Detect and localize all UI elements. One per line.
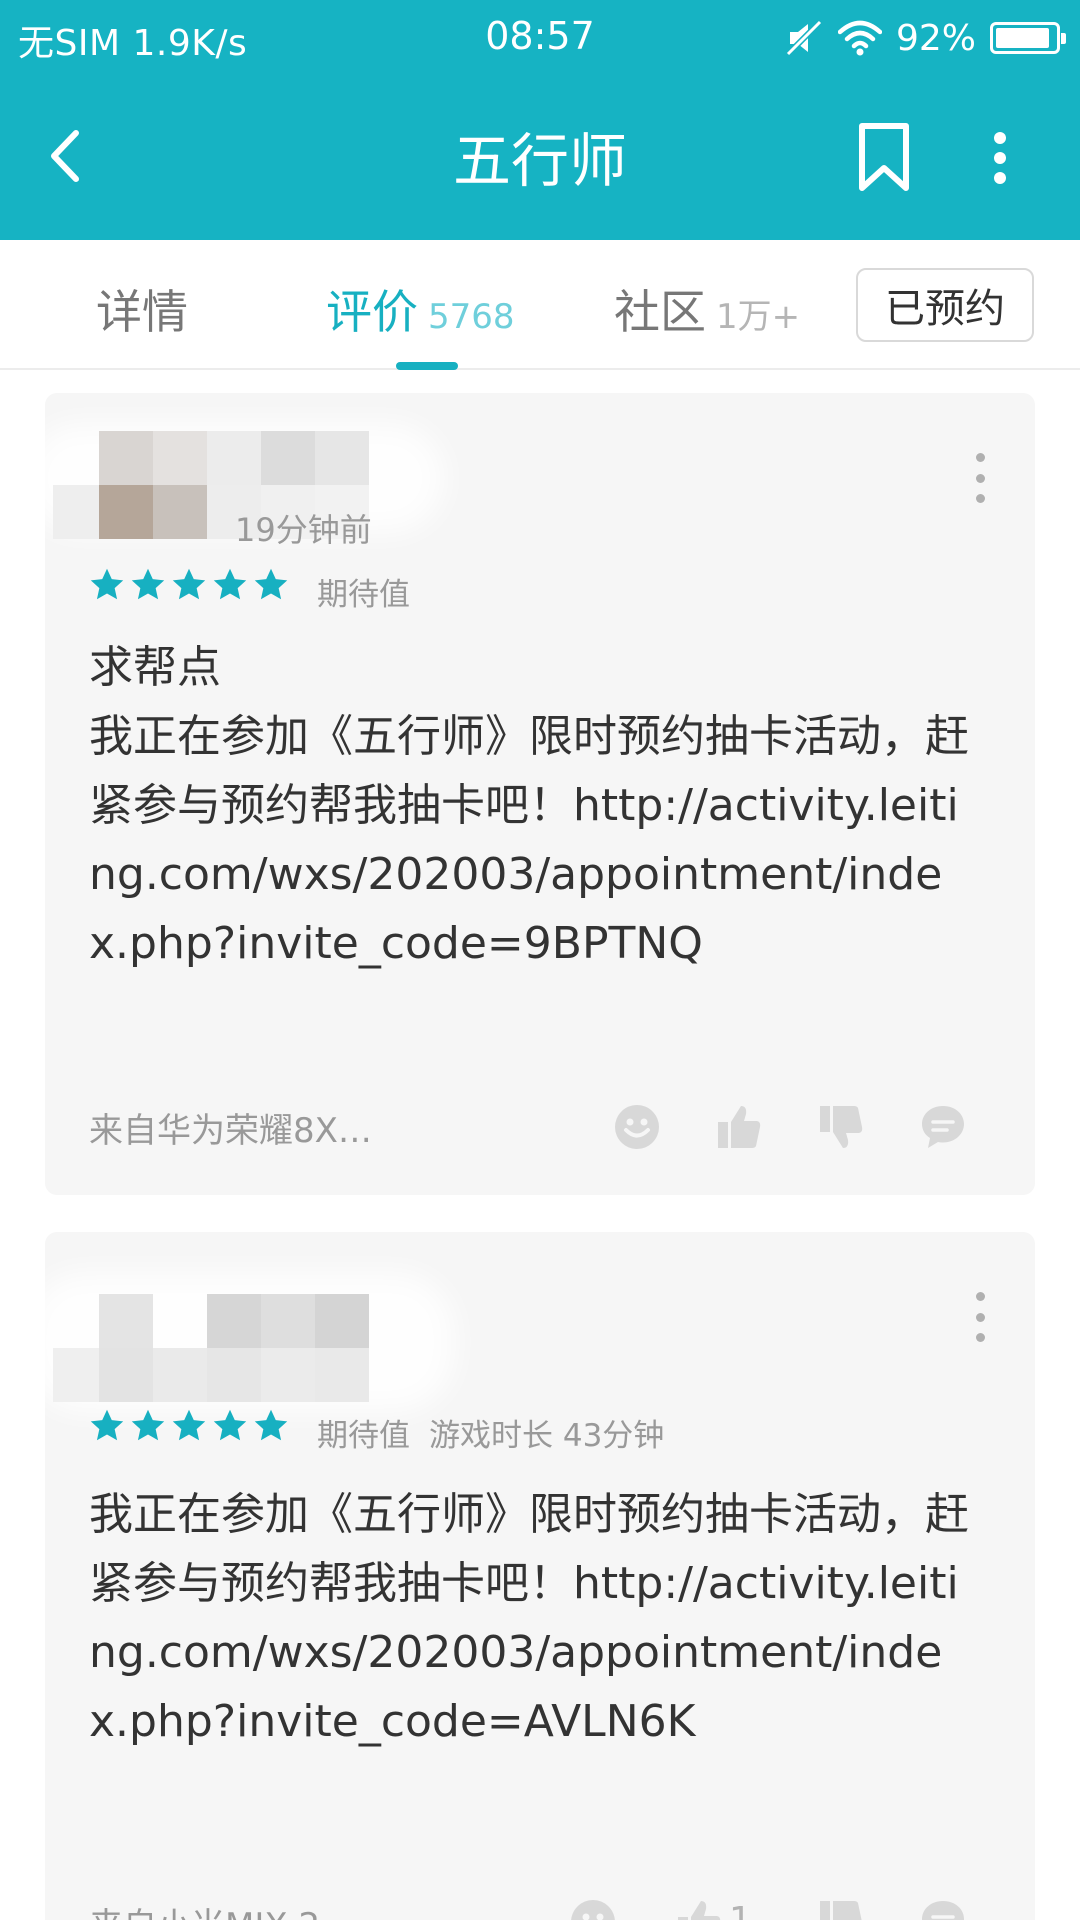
smiley-icon <box>571 1900 615 1920</box>
review-more-button[interactable] <box>965 1292 995 1342</box>
tab-label: 评价 <box>326 285 418 339</box>
battery-percent: 92% <box>895 17 976 59</box>
thumbs-down-icon <box>820 1901 862 1920</box>
star-icon <box>90 1409 124 1441</box>
star-rating <box>89 566 294 602</box>
review-card: 期待值 游戏时长 43分钟 我正在参加《五行师》限时预约抽卡活动，赶紧参与预约帮… <box>45 1232 1035 1920</box>
navigation-bar: 五行师 <box>0 76 1080 240</box>
mute-icon <box>785 19 823 57</box>
tab-community[interactable]: 社区 1万+ <box>614 276 800 342</box>
star-rating <box>89 1407 294 1443</box>
thumbs-up-icon <box>718 1106 761 1148</box>
reply-button[interactable] <box>917 1101 969 1153</box>
status-bar: 无SIM 1.9K/s 08:57 92% <box>0 0 1080 76</box>
thumbs-up-icon <box>678 1901 721 1920</box>
page-title: 五行师 <box>452 127 627 195</box>
star-icon <box>172 1409 206 1441</box>
device-source: 来自小米MIX 2 <box>89 1898 320 1920</box>
comment-icon <box>922 1106 964 1148</box>
like-count: 1 <box>729 1900 752 1920</box>
app-header: 无SIM 1.9K/s 08:57 92% 五行师 <box>0 0 1080 240</box>
bookmark-icon <box>859 123 909 191</box>
smiley-icon <box>615 1105 659 1149</box>
community-count: 1万+ <box>716 297 801 337</box>
star-icon <box>131 568 165 600</box>
thumbs-down-icon <box>820 1106 863 1148</box>
tab-reviews[interactable]: 评价 5768 <box>326 276 515 342</box>
star-icon <box>213 568 247 600</box>
device-source: 来自华为荣耀8X… <box>89 1111 372 1151</box>
emoji-reaction-button[interactable] <box>611 1101 663 1153</box>
star-icon <box>213 1409 247 1441</box>
tab-details[interactable]: 详情 <box>96 276 188 342</box>
review-more-button[interactable] <box>965 453 995 503</box>
dislike-button[interactable] <box>815 1101 867 1153</box>
review-text: 求帮点 我正在参加《五行师》限时预约抽卡活动，赶紧参与预约帮我抽卡吧！http:… <box>89 642 969 969</box>
battery-level-fill <box>996 28 1049 48</box>
like-button[interactable] <box>713 1101 765 1153</box>
rating-tag: 期待值 <box>317 577 410 613</box>
review-count: 5768 <box>428 297 515 337</box>
star-icon <box>131 1409 165 1441</box>
wifi-icon <box>837 20 882 56</box>
review-card: 19分钟前 期待值 求帮点 我正在参加《五行师》限时预约抽卡活动，赶紧参与预约帮… <box>45 393 1035 1195</box>
tab-label: 详情 <box>96 285 188 339</box>
review-time: 19分钟前 <box>235 511 372 549</box>
more-options-button[interactable] <box>974 120 1026 196</box>
tab-label: 社区 <box>614 285 706 339</box>
play-time: 游戏时长 43分钟 <box>429 1418 665 1454</box>
tab-bar: 详情 评价 5768 社区 1万+ 已预约 <box>0 240 1080 370</box>
emoji-reaction-button[interactable] <box>567 1896 619 1920</box>
star-icon <box>254 1409 288 1441</box>
bookmark-button[interactable] <box>852 120 916 196</box>
star-icon <box>172 568 206 600</box>
reply-button[interactable] <box>917 1896 969 1920</box>
battery-icon <box>990 22 1066 54</box>
more-vertical-icon <box>994 132 1006 184</box>
like-button[interactable] <box>673 1896 725 1920</box>
review-text: 我正在参加《五行师》限时预约抽卡活动，赶紧参与预约帮我抽卡吧！http://ac… <box>89 1489 969 1747</box>
star-icon <box>254 568 288 600</box>
comment-icon <box>922 1901 964 1920</box>
status-indicators: 92% <box>784 14 1066 62</box>
star-icon <box>90 568 124 600</box>
rating-tag: 期待值 <box>317 1418 410 1454</box>
reserved-button[interactable]: 已预约 <box>856 268 1034 342</box>
app-page: 无SIM 1.9K/s 08:57 92% 五行师 详情 评价 5768 社区 … <box>0 0 1080 1920</box>
dislike-button[interactable] <box>815 1896 867 1920</box>
active-tab-indicator <box>396 362 458 370</box>
